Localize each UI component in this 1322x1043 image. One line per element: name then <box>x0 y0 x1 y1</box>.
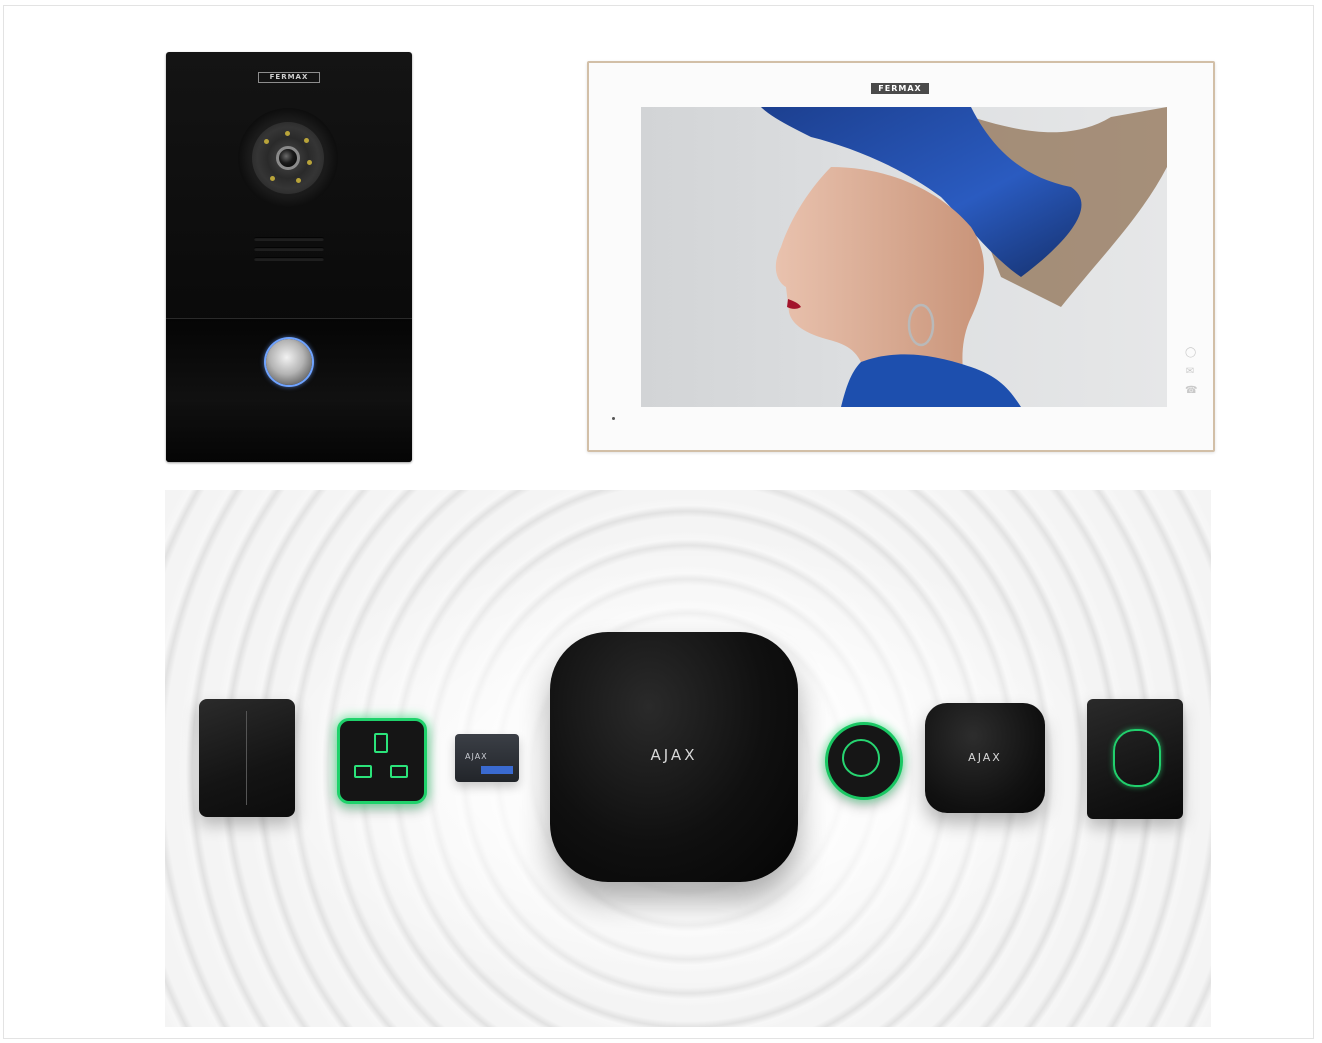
status-led <box>612 417 615 420</box>
panel-base <box>166 402 412 462</box>
envelope-icon[interactable]: ✉ <box>1185 367 1195 377</box>
ir-led <box>270 176 275 181</box>
socket-pin-icon <box>390 765 408 778</box>
ajax-devices-banner: AJAX AJAX AJAX <box>165 490 1211 1027</box>
button-zone <box>166 318 412 403</box>
eu-socket-device <box>825 722 903 800</box>
wall-outlet-device <box>1087 699 1183 819</box>
video-monitor: FERMAX ◯ ✉ ☎ <box>587 61 1215 452</box>
socket-pin-icon <box>374 733 388 753</box>
door-entry-panel: FERMAX <box>166 52 412 462</box>
bell-icon[interactable]: ◯ <box>1185 348 1196 358</box>
monitor-screen <box>641 107 1167 407</box>
call-button <box>266 339 312 385</box>
socket-pin-icon <box>354 765 372 778</box>
portrait-image <box>761 107 1167 407</box>
light-switch-device <box>199 699 295 817</box>
ir-led <box>304 138 309 143</box>
camera-housing <box>252 122 324 194</box>
door-panel-logo: FERMAX <box>258 72 320 83</box>
ir-led <box>285 131 290 136</box>
monitor-touch-icons: ◯ ✉ ☎ <box>1185 348 1199 405</box>
smart-box-logo: AJAX <box>968 751 1002 764</box>
monitor-logo: FERMAX <box>871 83 929 94</box>
speaker-grille <box>254 237 324 273</box>
phone-icon[interactable]: ☎ <box>1185 386 1197 396</box>
hub-logo: AJAX <box>650 746 698 764</box>
uk-socket-device <box>337 718 427 804</box>
camera-module <box>238 108 338 208</box>
relay-logo: AJAX <box>465 752 488 761</box>
ir-led <box>296 178 301 183</box>
ajax-hub-device: AJAX <box>550 632 798 882</box>
smart-box-device: AJAX <box>925 703 1045 813</box>
camera-lens-icon <box>276 146 300 170</box>
relay-module-device: AJAX <box>455 734 519 782</box>
ir-led <box>264 139 269 144</box>
ir-led <box>307 160 312 165</box>
